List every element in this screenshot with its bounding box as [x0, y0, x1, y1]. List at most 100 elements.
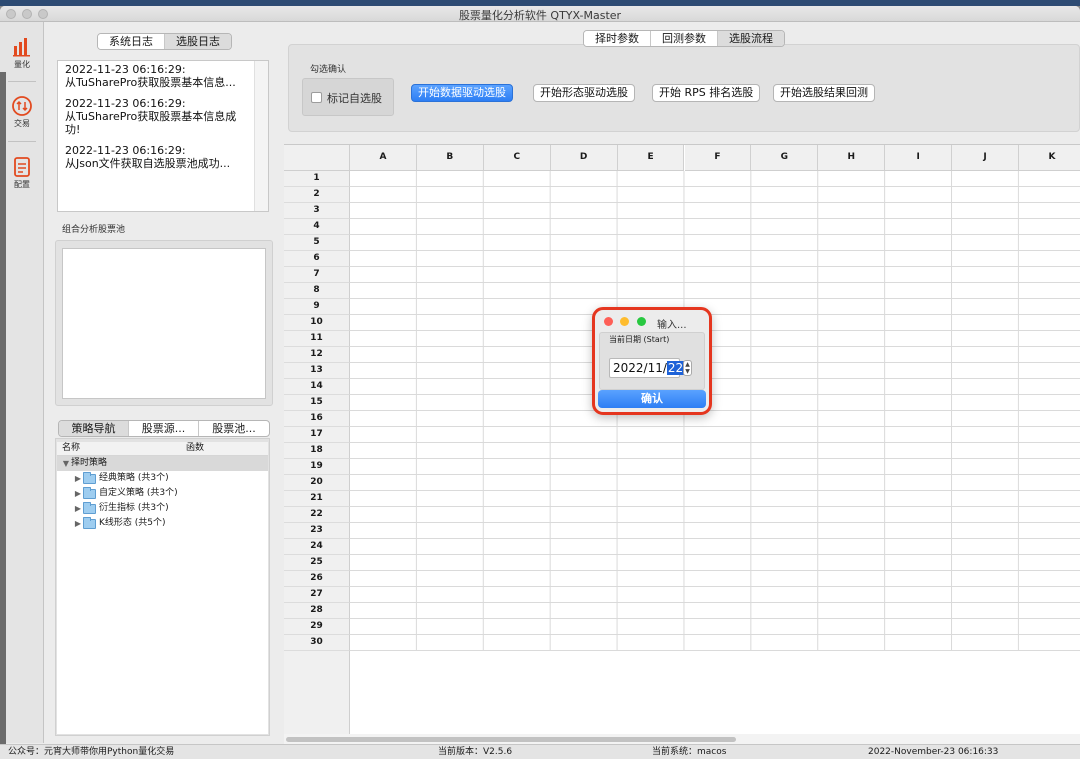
row-header[interactable]: 10 [284, 315, 350, 331]
stepper-up-icon[interactable]: ▲ [685, 361, 690, 368]
tab-selection-flow[interactable]: 选股流程 [718, 31, 784, 46]
column-header[interactable]: B [416, 145, 484, 171]
stock-pool-list[interactable] [62, 248, 266, 399]
row-header[interactable]: 4 [284, 219, 350, 235]
column-header[interactable]: A [350, 145, 417, 171]
column-header[interactable]: C [483, 145, 551, 171]
backtest-results-button[interactable]: 开始选股结果回测 [773, 84, 875, 102]
tree-column-function[interactable]: 函数 [181, 442, 204, 455]
column-header[interactable]: H [818, 145, 886, 171]
collapsed-triangle-icon[interactable]: ▶ [73, 516, 83, 531]
tab-strategy-nav[interactable]: 策略导航 [59, 421, 129, 436]
tree-item[interactable]: ▶ 经典策略 (共3个) [57, 471, 268, 486]
dialog-confirm-button[interactable]: 确认 [598, 390, 706, 408]
row-header-filler [284, 651, 350, 734]
row-header[interactable]: 1 [284, 171, 350, 187]
row-header[interactable]: 26 [284, 571, 350, 587]
column-header[interactable]: D [550, 145, 618, 171]
column-header[interactable]: K [1019, 145, 1080, 171]
tree-item-label: 衍生指标 (共3个) [99, 503, 169, 513]
log-entry: 2022-11-23 06:16:29: 从TuSharePro获取股票基本信息… [58, 61, 268, 95]
tab-system-log[interactable]: 系统日志 [98, 34, 165, 49]
column-header[interactable]: F [684, 145, 752, 171]
start-date-field[interactable]: 2022/11/22 [609, 358, 685, 378]
tree-item[interactable]: ▶ 衍生指标 (共3个) [57, 501, 268, 516]
column-header[interactable]: G [751, 145, 819, 171]
dialog-minimize-button[interactable] [620, 317, 629, 326]
stepper-down-icon[interactable]: ▼ [685, 368, 690, 375]
dialog-title: 输入... [657, 320, 687, 331]
toolbar-divider [8, 141, 36, 142]
column-header[interactable]: J [952, 145, 1019, 171]
row-header[interactable]: 21 [284, 491, 350, 507]
tab-stock-source[interactable]: 股票源... [129, 421, 199, 436]
tab-timing-params[interactable]: 择时参数 [584, 31, 651, 46]
log-scrollbar[interactable] [254, 61, 268, 211]
dialog-close-button[interactable] [604, 317, 613, 326]
row-header[interactable]: 14 [284, 379, 350, 395]
tab-selection-log[interactable]: 选股日志 [165, 34, 231, 49]
row-header[interactable]: 7 [284, 267, 350, 283]
folder-icon [83, 471, 96, 484]
row-header[interactable]: 22 [284, 507, 350, 523]
collapsed-triangle-icon[interactable]: ▶ [73, 471, 83, 486]
tree-item-label: 自定义策略 (共3个) [99, 488, 178, 498]
row-header[interactable]: 8 [284, 283, 350, 299]
row-header[interactable]: 5 [284, 235, 350, 251]
row-header[interactable]: 25 [284, 555, 350, 571]
row-header[interactable]: 23 [284, 523, 350, 539]
row-header[interactable]: 19 [284, 459, 350, 475]
tree-item[interactable]: ▶ 自定义策略 (共3个) [57, 486, 268, 501]
column-header[interactable]: E [617, 145, 685, 171]
dialog-title-bar: 输入... [595, 310, 709, 331]
document-icon [14, 157, 30, 177]
row-header[interactable]: 6 [284, 251, 350, 267]
tree-column-name[interactable]: 名称 [57, 442, 181, 455]
toolbar-item-quant[interactable]: 量化 [4, 36, 40, 70]
tab-stock-pool[interactable]: 股票池... [199, 421, 269, 436]
dialog-zoom-button[interactable] [637, 317, 646, 326]
row-header[interactable]: 13 [284, 363, 350, 379]
sheet-corner[interactable] [284, 145, 350, 171]
tree-item[interactable]: ▶ K线形态 (共5个) [57, 516, 268, 531]
expanded-triangle-icon[interactable]: ▼ [61, 456, 71, 471]
mark-favorite-checkbox[interactable] [311, 92, 322, 103]
tree-root-timing[interactable]: ▼ 择时策略 [57, 456, 268, 471]
sheet-cells[interactable] [350, 171, 1080, 651]
date-day-selected[interactable]: 22 [666, 361, 685, 375]
toolbar-item-trade[interactable]: 交易 [4, 95, 40, 129]
row-header[interactable]: 9 [284, 299, 350, 315]
data-driven-select-button[interactable]: 开始数据驱动选股 [411, 84, 513, 102]
tree-root-label: 择时策略 [71, 458, 108, 468]
row-header[interactable]: 17 [284, 427, 350, 443]
row-header[interactable]: 16 [284, 411, 350, 427]
row-header[interactable]: 20 [284, 475, 350, 491]
toolbar-item-config[interactable]: 配置 [4, 156, 40, 190]
log-entry: 2022-11-23 06:16:29: 从TuSharePro获取股票基本信息… [58, 95, 268, 142]
row-header[interactable]: 18 [284, 443, 350, 459]
collapsed-triangle-icon[interactable]: ▶ [73, 501, 83, 516]
row-header[interactable]: 12 [284, 347, 350, 363]
row-header[interactable]: 24 [284, 539, 350, 555]
row-header[interactable]: 3 [284, 203, 350, 219]
row-header[interactable]: 28 [284, 603, 350, 619]
row-header[interactable]: 2 [284, 187, 350, 203]
log-message: 从Json文件获取自选股票池成功... [65, 157, 231, 170]
row-header[interactable]: 11 [284, 331, 350, 347]
rps-ranking-select-button[interactable]: 开始 RPS 排名选股 [652, 84, 761, 102]
column-header[interactable]: I [885, 145, 953, 171]
date-stepper[interactable]: ▲ ▼ [683, 360, 692, 376]
scrollbar-thumb[interactable] [286, 737, 736, 742]
tab-backtest-params[interactable]: 回测参数 [651, 31, 718, 46]
folder-icon [83, 516, 96, 529]
row-header[interactable]: 30 [284, 635, 350, 651]
pattern-driven-select-button[interactable]: 开始形态驱动选股 [533, 84, 635, 102]
row-header[interactable]: 29 [284, 619, 350, 635]
collapsed-triangle-icon[interactable]: ▶ [73, 486, 83, 501]
log-message: 从TuSharePro获取股票基本信息... [65, 76, 236, 89]
row-header[interactable]: 15 [284, 395, 350, 411]
row-header[interactable]: 27 [284, 587, 350, 603]
folder-icon [83, 486, 96, 499]
sheet-horizontal-scrollbar[interactable] [284, 734, 1080, 744]
log-panel: 2022-11-23 06:16:29: 从TuSharePro获取股票基本信息… [57, 60, 269, 212]
